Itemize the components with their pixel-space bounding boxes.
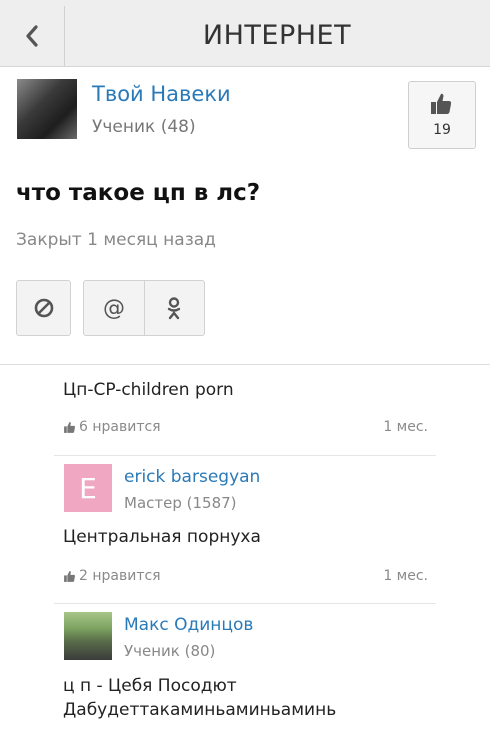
user-avatar[interactable]: E xyxy=(64,464,112,512)
answer-like-count: 2 нравится xyxy=(79,568,161,584)
answer-text: Цп-CP-children porn xyxy=(63,380,234,400)
author-avatar[interactable] xyxy=(17,79,77,139)
page-title: ИНТЕРНЕТ xyxy=(202,20,352,51)
answer-text-line: Дабудеттакаминьаминьаминь xyxy=(63,700,337,720)
like-count: 19 xyxy=(433,122,451,138)
ok-share-button[interactable] xyxy=(145,281,205,335)
section-divider xyxy=(0,364,490,365)
thumbs-up-icon xyxy=(64,570,75,582)
thumbs-up-icon xyxy=(431,93,452,114)
chevron-left-icon xyxy=(26,25,38,47)
odnoklassniki-icon xyxy=(168,297,181,320)
answer-author-rank: Ученик (80) xyxy=(124,642,216,660)
user-avatar[interactable] xyxy=(64,612,112,660)
answer-like-button[interactable]: 6 нравится xyxy=(63,419,161,435)
answer-like-button[interactable]: 2 нравится xyxy=(63,568,161,584)
svg-text:@: @ xyxy=(103,296,125,320)
answer-author-link[interactable]: erick barsegyan xyxy=(124,467,260,487)
thumbs-up-icon xyxy=(64,421,75,433)
answer-text-line: ц п - Цебя Посодют xyxy=(63,676,237,696)
answer-time: 1 мес. xyxy=(383,419,428,435)
answer-divider xyxy=(54,603,436,604)
answer-divider xyxy=(54,455,436,456)
mail-icon: @ xyxy=(103,296,125,320)
question-status: Закрыт 1 месяц назад xyxy=(16,230,216,250)
back-button[interactable] xyxy=(0,6,65,66)
like-button[interactable]: 19 xyxy=(408,81,476,149)
answer-like-count: 6 нравится xyxy=(79,419,161,435)
answer-text: Центральная порнуха xyxy=(63,527,261,547)
answer-author-link[interactable]: Макс Одинцов xyxy=(124,615,253,635)
mail-share-button[interactable]: @ xyxy=(84,281,145,335)
author-rank: Ученик (48) xyxy=(92,117,196,137)
question-title: что такое цп в лс? xyxy=(16,180,261,206)
answer-text: ц п - Цебя Посодют Дабудеттакаминьаминьа… xyxy=(63,674,336,722)
author-name-link[interactable]: Твой Навеки xyxy=(92,82,231,106)
answer-time: 1 мес. xyxy=(383,568,428,584)
block-icon xyxy=(34,298,53,318)
share-group: @ xyxy=(83,280,205,336)
header-bar: ИНТЕРНЕТ xyxy=(0,0,490,67)
block-button[interactable] xyxy=(16,280,71,336)
answer-author-rank: Мастер (1587) xyxy=(124,494,237,512)
